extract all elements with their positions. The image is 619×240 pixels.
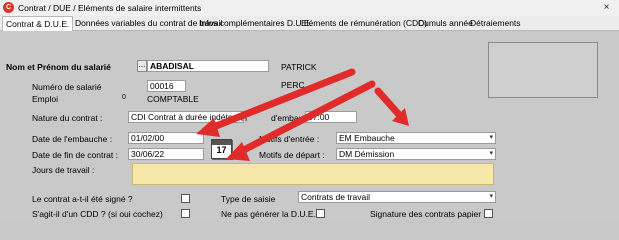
chevron-down-icon: ▾	[489, 150, 493, 157]
motifs-depart-label: Motifs de départ :	[259, 150, 325, 160]
type-saisie-value: Contrats de travail	[301, 192, 370, 202]
first-name-text: PATRICK	[281, 62, 317, 72]
title-bar: C Contrat / DUE / Eléments de salaire in…	[0, 0, 619, 17]
signature-papier-checkbox[interactable]	[484, 209, 493, 218]
nature-value: CDI Contrat à durée indéterminé	[131, 112, 244, 122]
nature-select[interactable]: CDI Contrat à durée indéterminé ▾	[128, 111, 244, 123]
motifs-depart-select[interactable]: DM Démission ▾	[336, 148, 496, 160]
emploi-code: 0	[122, 94, 126, 101]
ne-pas-generer-label: Ne pas générer la D.U.E.	[221, 209, 316, 219]
tab-detraiements[interactable]: Détraiements	[470, 18, 521, 28]
app-icon: C	[3, 2, 14, 13]
date-fin-field[interactable]: 30/06/22	[128, 148, 204, 160]
window-title: Contrat / DUE / Eléments de salaire inte…	[18, 3, 202, 13]
motifs-entree-label: Motifs d'entrée :	[259, 134, 320, 144]
type-saisie-label: Type de saisie	[221, 194, 276, 204]
type-saisie-select[interactable]: Contrats de travail ▾	[298, 191, 496, 203]
first-name-2-text: PERC	[281, 80, 305, 90]
date-embauche-field[interactable]: 01/02/00	[128, 132, 204, 144]
cdd-label: S'agit-il d'un CDD ? (si oui cochez)	[32, 209, 163, 219]
date-fin-label: Date de fin de contrat :	[32, 150, 118, 160]
cdd-checkbox[interactable]	[181, 209, 190, 218]
jours-label: Jours de travail :	[32, 165, 95, 175]
jours-field[interactable]	[132, 163, 494, 185]
name-label: Nom et Prénom du salarié	[6, 62, 111, 72]
tab-cumuls-annee[interactable]: Cumuls année	[418, 18, 473, 28]
chevron-down-icon: ▾	[489, 134, 493, 141]
main-panel: Nom et Prénom du salarié ... ABADISAL PA…	[0, 31, 619, 221]
calendar-icon[interactable]: 17	[211, 139, 232, 159]
tab-bar: Contrat & D.U.E. Données variables du co…	[0, 16, 619, 31]
employee-number-label: Numéro de salarié	[32, 82, 102, 92]
date-embauche-label: Date de l'embauche :	[32, 134, 113, 144]
name-lookup-button[interactable]: ...	[137, 60, 147, 72]
signe-label: Le contrat a-t-il été signé ?	[32, 194, 133, 204]
tab-infos-complementaires[interactable]: Infos complémentaires D.U.E.	[199, 18, 312, 28]
ne-pas-generer-checkbox[interactable]	[316, 209, 325, 218]
signature-papier-label: Signature des contrats papier	[370, 209, 482, 219]
motifs-depart-value: DM Démission	[339, 149, 395, 159]
close-button[interactable]: ×	[601, 3, 612, 13]
emploi-label: Emploi	[32, 94, 58, 104]
heure-field[interactable]: 07:00	[305, 111, 357, 123]
motifs-entree-select[interactable]: EM Embauche ▾	[336, 132, 496, 144]
tab-contrat-due[interactable]: Contrat & D.U.E.	[2, 16, 74, 31]
emploi-value: COMPTABLE	[147, 94, 199, 104]
motifs-entree-value: EM Embauche	[339, 133, 395, 143]
last-name-field[interactable]: ABADISAL	[147, 60, 269, 72]
photo-frame	[488, 42, 598, 98]
chevron-down-icon: ▾	[489, 193, 493, 200]
employee-number-field[interactable]: 00016	[147, 80, 186, 92]
heure-label: H	[241, 113, 248, 123]
nature-label: Nature du contrat :	[32, 113, 103, 123]
tab-elements-remuneration[interactable]: Eléments de rémunération (CDD)	[301, 18, 427, 28]
signe-checkbox[interactable]	[181, 194, 190, 203]
